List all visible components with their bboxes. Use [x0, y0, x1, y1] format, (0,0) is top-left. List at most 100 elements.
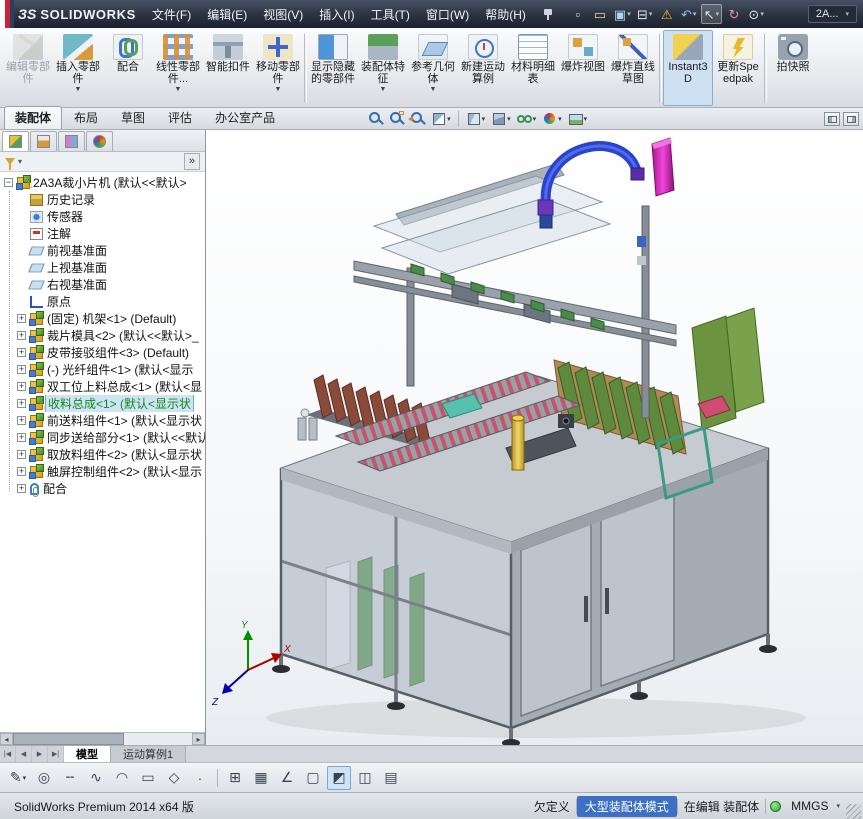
large-assembly-mode-badge[interactable]: 大型装配体模式: [576, 795, 677, 817]
tree-item[interactable]: ⚠ 原点: [15, 293, 205, 310]
ribbon-tab[interactable]: 评估: [157, 106, 203, 129]
tree-item[interactable]: ⚠ 右视基准面: [15, 276, 205, 293]
ribbon-tab[interactable]: 布局: [63, 106, 109, 129]
ribbon-tab[interactable]: 办公室产品: [204, 106, 286, 129]
scroll-right-button[interactable]: ▸: [192, 733, 205, 745]
grid-tool[interactable]: ▦ ▾: [249, 766, 273, 790]
ribbon-button[interactable]: Instant3D ▼: [663, 30, 713, 106]
ribbon-button[interactable]: 线性零部件... ▼: [153, 30, 203, 106]
ribbon-button[interactable]: 装配体特征 ▼: [358, 30, 408, 106]
tree-item[interactable]: ⚠ 传感器: [15, 208, 205, 225]
tree-expand-toggle[interactable]: [17, 484, 26, 493]
polygon-tool[interactable]: ◇ ▾: [162, 766, 186, 790]
ribbon-button[interactable]: 智能扣件 ▼: [203, 30, 253, 106]
scroll-left-button[interactable]: ◂: [0, 733, 13, 745]
tree-item[interactable]: ⚠ 收料总成<1> (默认<显示状: [15, 395, 205, 412]
tree-item[interactable]: ⚠ 取放料组件<2> (默认<显示状: [15, 446, 205, 463]
tree-expand-toggle[interactable]: [17, 399, 26, 408]
previous-view-button[interactable]: ▾: [407, 110, 428, 127]
ribbon-button[interactable]: ▼: [304, 33, 307, 103]
menu-item[interactable]: 插入(I): [311, 1, 362, 28]
ribbon-button[interactable]: 编辑零部件 ▼: [3, 30, 53, 106]
previous-tab-button[interactable]: ◀: [16, 746, 32, 762]
property-manager-tab[interactable]: [30, 131, 57, 151]
wireframe-cube-tool[interactable]: ▢ ▾: [301, 766, 325, 790]
tree-expand-toggle[interactable]: [17, 365, 26, 374]
tree-item[interactable]: ⚠ 配合: [15, 480, 205, 497]
tree-expand-toggle[interactable]: [17, 331, 26, 340]
new-document-icon[interactable]: ▫ ▾: [568, 4, 588, 24]
errors-icon[interactable]: ⚠ ▾: [657, 4, 677, 24]
hud-button[interactable]: ▾: [457, 110, 459, 127]
machine-model[interactable]: [266, 137, 806, 745]
ribbon-button[interactable]: 爆炸直线草图 ▼: [608, 30, 658, 106]
save-icon[interactable]: ▣ ▾: [612, 4, 633, 24]
ribbon-tab[interactable]: 装配体: [4, 106, 63, 129]
tree-item[interactable]: ⚠ 上视基准面: [15, 259, 205, 276]
menu-item[interactable]: 编辑(E): [199, 1, 255, 28]
tree-expand-toggle[interactable]: [17, 467, 26, 476]
command-search-box[interactable]: 2A... ▾: [807, 5, 857, 23]
tree-root-item[interactable]: ⚠ 2A3A裁小片机 (默认<<默认>: [2, 174, 205, 191]
ribbon-button[interactable]: 参考几何体 ▼: [408, 30, 458, 106]
tree-item[interactable]: ⚠ 同步送给部分<1> (默认<<默认: [15, 429, 205, 446]
undo-icon[interactable]: ↶ ▾: [679, 4, 699, 24]
options-icon[interactable]: ⊙ ▾: [746, 4, 766, 24]
edit-appearance-button[interactable]: ▾: [539, 110, 565, 127]
last-tab-button[interactable]: ▶|: [48, 746, 64, 762]
ribbon-button[interactable]: 插入零部件 ▼: [53, 30, 103, 106]
hide-show-items-button[interactable]: ▾: [514, 110, 540, 127]
zoom-to-area-button[interactable]: ▾: [386, 110, 407, 127]
select-icon[interactable]: ↖ ▾: [700, 4, 723, 24]
configuration-manager-tab[interactable]: [58, 131, 85, 151]
tree-item[interactable]: ⚠ 皮带接驳组件<3> (Default): [15, 344, 205, 361]
tree-item[interactable]: ⚠ 前送料组件<1> (默认<显示状: [15, 412, 205, 429]
angle-tool[interactable]: ∠ ▾: [275, 766, 299, 790]
tree-expand-toggle[interactable]: [17, 382, 26, 391]
resize-grip[interactable]: [846, 804, 861, 819]
display-manager-tab[interactable]: [86, 131, 113, 151]
menu-item[interactable]: 文件(F): [144, 1, 199, 28]
tree-item[interactable]: ⚠ (固定) 机架<1> (Default): [15, 310, 205, 327]
next-tab-button[interactable]: ▶: [32, 746, 48, 762]
grid-system-tool[interactable]: ▤ ▾: [379, 766, 403, 790]
tree-item[interactable]: ⚠ 历史记录: [15, 191, 205, 208]
tree-item[interactable]: ⚠ (-) 光纤组件<1> (默认<显示: [15, 361, 205, 378]
model-tab[interactable]: 运动算例1: [111, 746, 187, 762]
sketch-tool-button[interactable]: ▾: [217, 768, 218, 787]
ribbon-button[interactable]: 爆炸视图 ▼: [558, 30, 608, 106]
model-top-covers[interactable]: [372, 163, 612, 275]
ribbon-button[interactable]: 显示隐藏的零部件 ▼: [308, 30, 358, 106]
ribbon-button[interactable]: 新建运动算例 ▼: [458, 30, 508, 106]
point-tool[interactable]: · ▾: [188, 766, 212, 790]
display-style-button[interactable]: ▾: [488, 110, 514, 127]
sketch-tool[interactable]: ✎ ▾: [6, 766, 30, 790]
tree-item[interactable]: ⚠ 触屏控制组件<2> (默认<显示: [15, 463, 205, 480]
flyout-expand-button[interactable]: »: [183, 152, 200, 170]
tree-expand-toggle[interactable]: [17, 416, 26, 425]
view-orientation-button[interactable]: ▾: [463, 110, 489, 127]
graphics-area[interactable]: Y X Z: [206, 130, 863, 745]
ribbon-button[interactable]: 拍快照 ▼: [768, 30, 818, 106]
linear-pattern-tool[interactable]: ⊞ ▾: [223, 766, 247, 790]
tree-expand-toggle[interactable]: [17, 314, 26, 323]
ribbon-button[interactable]: 配合 ▼: [103, 30, 153, 106]
spline-tool[interactable]: ∿ ▾: [84, 766, 108, 790]
tree-item[interactable]: ⚠ 注解: [15, 225, 205, 242]
menu-item[interactable]: 帮助(H): [477, 1, 534, 28]
tree-item[interactable]: ⚠ 前视基准面: [15, 242, 205, 259]
centerline-tool[interactable]: ╌ ▾: [58, 766, 82, 790]
tree-expand-toggle[interactable]: [17, 433, 26, 442]
zoom-to-fit-button[interactable]: ▾: [365, 110, 386, 127]
print-icon[interactable]: ⊟ ▾: [635, 4, 655, 24]
model-canvas[interactable]: Y X Z: [206, 130, 863, 745]
scrollbar-thumb[interactable]: [13, 733, 124, 745]
tree-expand-toggle[interactable]: [17, 348, 26, 357]
collapse-left-pane-button[interactable]: [824, 112, 840, 126]
section-cube-tool[interactable]: ◫ ▾: [353, 766, 377, 790]
collapse-right-pane-button[interactable]: [843, 112, 859, 126]
filter-icon[interactable]: [5, 158, 15, 170]
tree-expand-toggle[interactable]: [17, 450, 26, 459]
shaded-cube-tool[interactable]: ◩ ▾: [327, 765, 351, 790]
tree-horizontal-scrollbar[interactable]: ◂ ▸: [0, 732, 205, 745]
